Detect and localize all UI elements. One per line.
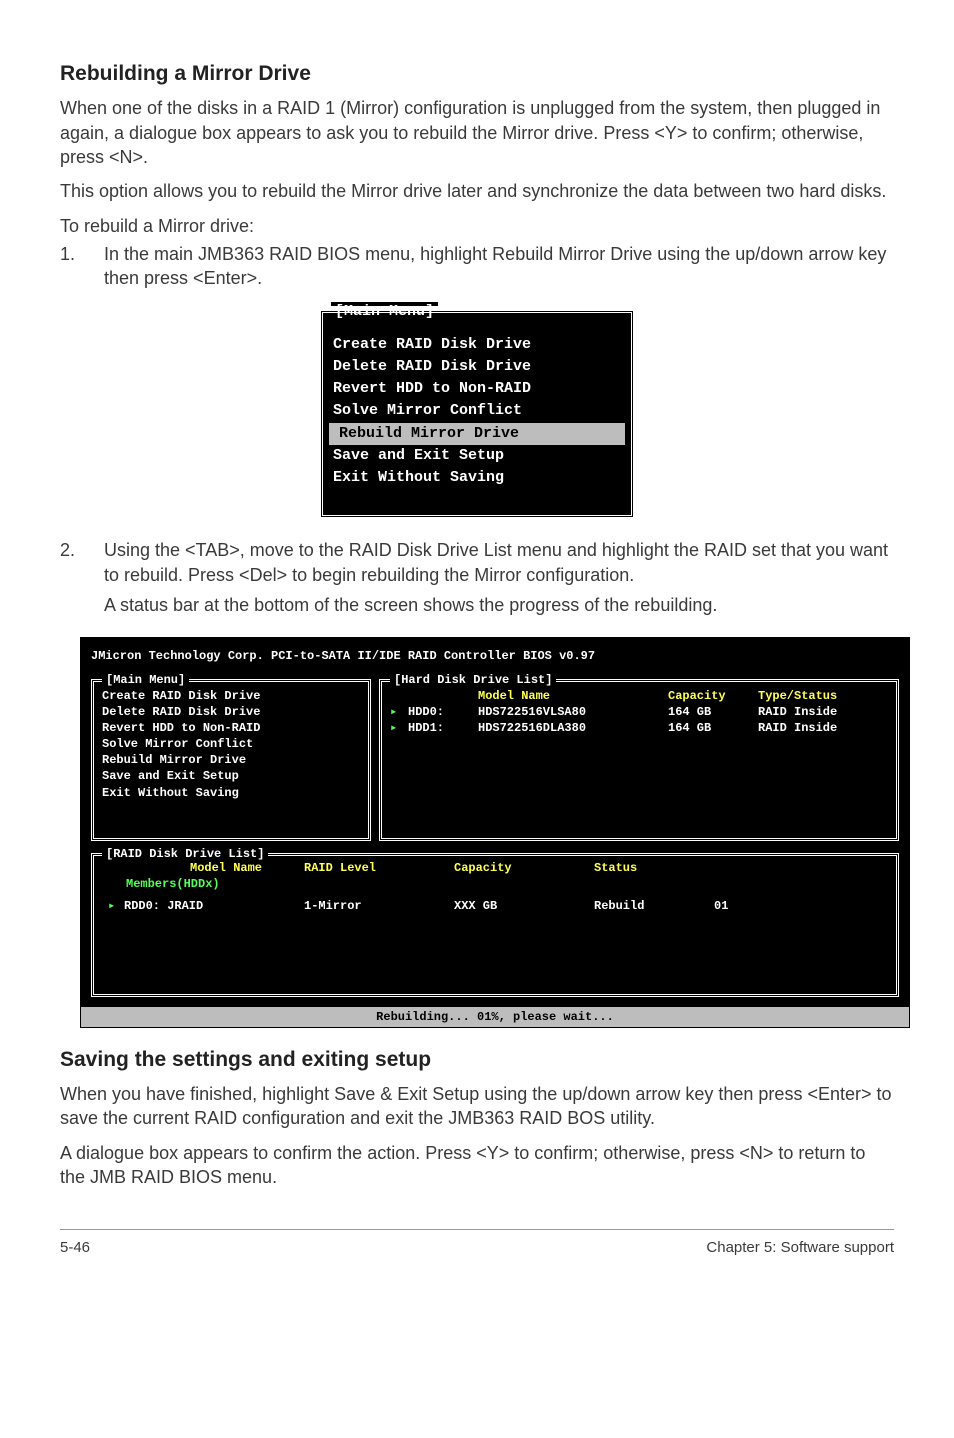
hdd0-label: HDD0: [408,704,478,720]
raid-header-level: RAID Level [304,860,454,876]
paragraph-intro-1: When one of the disks in a RAID 1 (Mirro… [60,96,894,169]
step-1: 1. In the main JMB363 RAID BIOS menu, hi… [60,242,894,297]
raid-members-label: Members(HDDx) [102,876,888,892]
raid-row-status: Rebuild [594,898,714,914]
main-item-1: Delete RAID Disk Drive [102,704,360,720]
bios-top-line: JMicron Technology Corp. PCI-to-SATA II/… [91,646,899,668]
raid-row-extra: 01 [714,898,774,914]
hdd0-capacity: 164 GB [668,704,758,720]
menu-item-solve-conflict: Solve Mirror Conflict [323,400,631,422]
hdd-header-capacity: Capacity [668,688,758,704]
step-2-number: 2. [60,538,104,623]
paragraph-save-2: A dialogue box appears to confirm the ac… [60,1141,894,1190]
hdd-header-model: Model Name [478,688,668,704]
paragraph-intro-2: This option allows you to rebuild the Mi… [60,179,894,203]
status-bar: Rebuilding... 01%, please wait... [81,1007,909,1027]
menu-item-rebuild-mirror: Rebuild Mirror Drive [329,423,625,445]
page-footer: 5-46 Chapter 5: Software support [60,1229,894,1258]
bios-small-title: [Main Menu] [331,302,438,306]
panel-main-menu: [Main Menu] Create RAID Disk Drive Delet… [91,679,371,841]
main-item-4: Rebuild Mirror Drive [102,752,360,768]
raid-header-model: Model Name [118,860,304,876]
arrow-icon: ▸ [390,720,408,736]
step-2-text-1: Using the <TAB>, move to the RAID Disk D… [104,538,894,587]
hdd-header-col1 [408,688,478,704]
menu-item-exit-nosave: Exit Without Saving [323,467,631,489]
panel-hdd-list: [Hard Disk Drive List] Model Name Capaci… [379,679,899,841]
raid-header-status: Status [594,860,694,876]
hdd0-model: HDS722516VLSA80 [478,704,668,720]
raid-row-level: 1-Mirror [304,898,454,914]
raid-row-name: RDD0: JRAID [124,898,304,914]
menu-item-save-exit: Save and Exit Setup [323,445,631,467]
heading-rebuilding: Rebuilding a Mirror Drive [60,60,894,88]
footer-chapter: Chapter 5: Software support [706,1238,894,1258]
hdd1-label: HDD1: [408,720,478,736]
arrow-icon: ▸ [102,898,124,914]
main-item-0: Create RAID Disk Drive [102,688,360,704]
main-item-2: Revert HDD to Non-RAID [102,720,360,736]
spacer [390,688,408,704]
menu-item-create-raid: Create RAID Disk Drive [323,334,631,356]
step-1-number: 1. [60,242,104,297]
raid-row-capacity: XXX GB [454,898,594,914]
step-2-text-2: A status bar at the bottom of the screen… [104,593,894,617]
step-2: 2. Using the <TAB>, move to the RAID Dis… [60,538,894,623]
step-1-text: In the main JMB363 RAID BIOS menu, highl… [104,242,894,291]
heading-saving: Saving the settings and exiting setup [60,1046,894,1074]
hdd1-model: HDS722516DLA380 [478,720,668,736]
hdd1-status: RAID Inside [758,720,837,736]
arrow-icon: ▸ [390,704,408,720]
menu-item-revert-hdd: Revert HDD to Non-RAID [323,378,631,400]
panel-main-title: [Main Menu] [102,672,189,688]
hdd1-capacity: 164 GB [668,720,758,736]
main-item-3: Solve Mirror Conflict [102,736,360,752]
paragraph-intro-3: To rebuild a Mirror drive: [60,214,894,238]
main-item-5: Save and Exit Setup [102,768,360,784]
panel-raid-title: [RAID Disk Drive List] [102,846,268,862]
bios-small-screenshot: [Main Menu] Create RAID Disk Drive Delet… [320,310,634,518]
panel-raid-list: [RAID Disk Drive List] Model Name RAID L… [91,853,899,997]
panel-hdd-title: [Hard Disk Drive List] [390,672,556,688]
hdd-header-typestatus: Type/Status [758,688,837,704]
hdd0-status: RAID Inside [758,704,837,720]
raid-header-capacity: Capacity [454,860,594,876]
footer-page-number: 5-46 [60,1238,90,1258]
bios-large-screenshot: JMicron Technology Corp. PCI-to-SATA II/… [80,637,910,1027]
menu-item-delete-raid: Delete RAID Disk Drive [323,356,631,378]
main-item-6: Exit Without Saving [102,785,360,801]
paragraph-save-1: When you have finished, highlight Save &… [60,1082,894,1131]
